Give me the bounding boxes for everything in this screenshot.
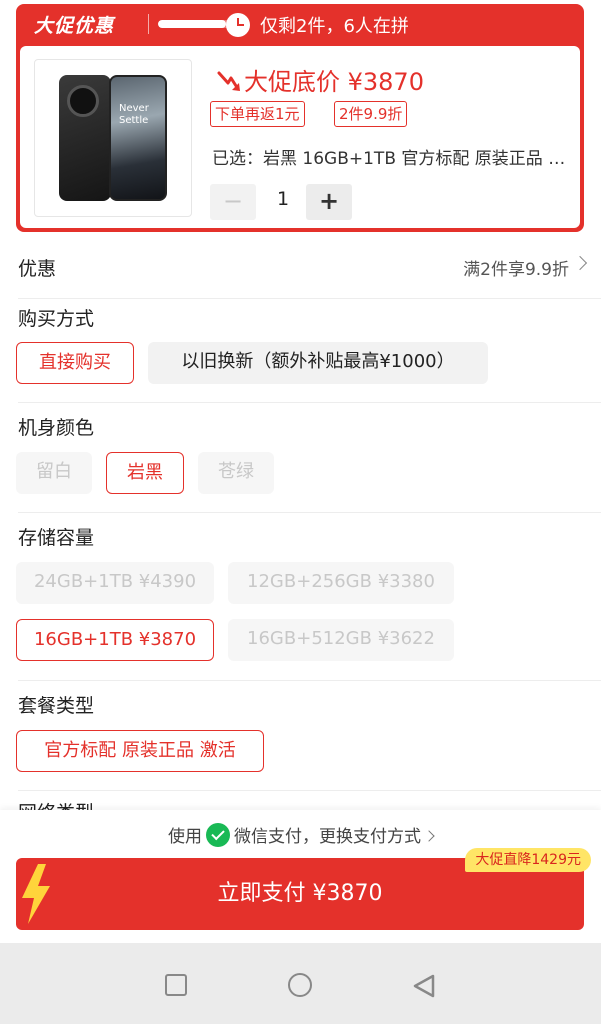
recent-apps-icon[interactable]	[165, 974, 187, 996]
payment-bar: 使用 微信支付，更换支付方式 立即支付 ¥3870 大促直降1429元	[0, 810, 601, 943]
chevron-right-icon	[423, 830, 435, 842]
promo-title: 大促优惠	[34, 15, 115, 37]
price-drop-icon	[217, 71, 240, 91]
payment-prefix: 使用	[168, 827, 202, 847]
multi-buy-tag: 2件9.9折	[334, 101, 408, 127]
phone-screen-text: Never Settle	[119, 103, 149, 126]
stock-progress-fill	[158, 20, 226, 28]
discount-label: 优惠	[18, 258, 57, 280]
package-label: 套餐类型	[18, 695, 95, 717]
home-icon[interactable]	[288, 973, 312, 997]
storage-option-12-256[interactable]: 12GB+256GB ¥3380	[228, 562, 454, 604]
discount-badge: 大促直降1429元	[465, 848, 591, 872]
color-option-green[interactable]: 苍绿	[198, 452, 274, 494]
system-nav-bar	[0, 943, 601, 1024]
phone-back-image	[59, 75, 111, 201]
storage-option-16-1tb[interactable]: 16GB+1TB ¥3870	[16, 619, 214, 661]
payment-method-text: 微信支付，更换支付方式	[234, 827, 421, 847]
divider	[18, 512, 601, 513]
divider	[18, 790, 601, 791]
camera-module-icon	[67, 85, 99, 117]
promo-stock-text: 仅剩2件，6人在拼	[260, 16, 409, 37]
promo-card: 大促优惠 仅剩2件，6人在拼 Never Settle 大促底价 ¥3870 下…	[16, 4, 584, 232]
divider	[18, 680, 601, 681]
promo-price: 大促底价 ¥3870	[244, 68, 424, 96]
purchase-method-label: 购买方式	[18, 308, 95, 330]
back-icon[interactable]	[412, 973, 436, 999]
product-image[interactable]: Never Settle	[34, 59, 192, 217]
phone-front-image: Never Settle	[109, 75, 167, 201]
lightning-icon	[22, 864, 50, 924]
promo-header: 大促优惠 仅剩2件，6人在拼	[16, 4, 584, 44]
storage-option-16-512[interactable]: 16GB+512GB ¥3622	[228, 619, 454, 661]
storage-option-24-1tb[interactable]: 24GB+1TB ¥4390	[16, 562, 214, 604]
pay-now-label: 立即支付 ¥3870	[217, 881, 383, 906]
divider	[18, 298, 601, 299]
quantity-value[interactable]: 1	[268, 188, 298, 210]
divider	[18, 402, 601, 403]
wechat-pay-icon	[206, 823, 230, 847]
product-summary: Never Settle 大促底价 ¥3870 下单再返1元 2件9.9折 已选…	[20, 46, 580, 228]
payment-method-switch[interactable]: 使用 微信支付，更换支付方式	[0, 822, 601, 847]
clock-icon	[226, 13, 250, 37]
storage-label: 存储容量	[18, 527, 95, 549]
discount-value[interactable]: 满2件享9.9折	[463, 255, 569, 280]
chevron-right-icon[interactable]	[572, 255, 588, 271]
selected-prefix: 已选：	[212, 149, 263, 169]
selected-spec: 已选：岩黑 16GB+1TB 官方标配 原装正品 激活	[212, 144, 572, 169]
quantity-minus-button[interactable]: −	[210, 184, 256, 220]
color-label: 机身颜色	[18, 417, 95, 439]
option-direct-buy[interactable]: 直接购买	[16, 342, 134, 384]
color-option-white[interactable]: 留白	[16, 452, 92, 494]
option-trade-in[interactable]: 以旧换新（额外补贴最高¥1000）	[148, 342, 488, 384]
package-option-official[interactable]: 官方标配 原装正品 激活	[16, 730, 264, 772]
selected-value: 岩黑 16GB+1TB 官方标配 原装正品 激活	[263, 149, 572, 169]
rebate-tag: 下单再返1元	[210, 101, 305, 127]
promo-divider	[148, 14, 149, 34]
quantity-plus-button[interactable]: +	[306, 184, 352, 220]
color-option-black[interactable]: 岩黑	[106, 452, 184, 494]
